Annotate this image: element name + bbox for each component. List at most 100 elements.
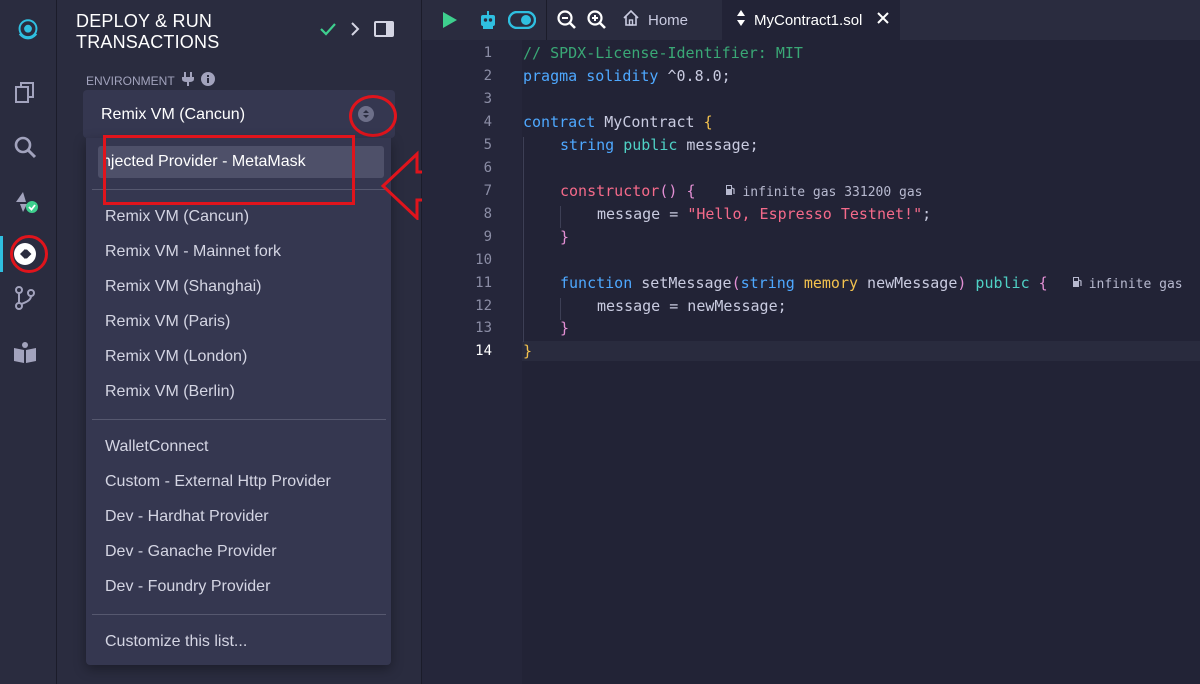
param: newMessage xyxy=(858,274,958,292)
line-number: 9 xyxy=(483,229,492,245)
paren: ( xyxy=(731,274,741,292)
brace: } xyxy=(523,342,533,360)
tab-home-label: Home xyxy=(648,11,689,29)
modifier: public xyxy=(614,136,678,154)
tab-home[interactable]: Home xyxy=(622,0,688,40)
tab-mycontract[interactable]: MyContract1.sol xyxy=(722,0,900,40)
gas-estimate-hint: infinite gas 331200 gas xyxy=(742,185,923,200)
brace: } xyxy=(560,228,570,246)
code-line-9[interactable]: } xyxy=(523,228,569,246)
current-line-highlight xyxy=(522,341,1200,361)
function-keyword: constructor xyxy=(560,182,660,200)
git-icon[interactable] xyxy=(10,283,40,313)
gas-estimate-hint: infinite gas xyxy=(1088,277,1183,292)
code-line-4[interactable]: contract MyContract { xyxy=(523,113,713,131)
line-number: 12 xyxy=(475,298,492,314)
environment-label-row: ENVIRONMENT xyxy=(86,72,215,89)
option-ganache[interactable]: Dev - Ganache Provider xyxy=(105,543,277,561)
option-hardhat[interactable]: Dev - Hardhat Provider xyxy=(105,508,269,526)
home-icon xyxy=(622,9,640,32)
divider xyxy=(92,419,386,420)
line-number: 3 xyxy=(483,91,492,107)
editor-toolbar: Home MyContract1.sol xyxy=(422,0,1200,40)
option-custom-http[interactable]: Custom - External Http Provider xyxy=(105,473,331,491)
zoom-in-icon[interactable] xyxy=(587,10,607,35)
toolbar-divider xyxy=(546,0,547,40)
selected-environment: Remix VM (Cancun) xyxy=(101,106,246,123)
brace: } xyxy=(560,319,570,337)
keyword: function xyxy=(560,274,633,292)
code-line-5[interactable]: string public message; xyxy=(523,136,759,154)
code-text: MyContract xyxy=(595,113,704,131)
line-number: 7 xyxy=(483,183,492,199)
keyword: contract xyxy=(523,113,596,131)
code-line-7[interactable]: constructor() { infinite gas 331200 gas xyxy=(523,182,922,200)
tab-file-label: MyContract1.sol xyxy=(754,11,863,29)
deploy-icon-highlight-circle xyxy=(10,235,48,273)
divider xyxy=(92,614,386,615)
code-line-12[interactable]: message = newMessage; xyxy=(523,297,787,315)
select-arrow-highlight-circle xyxy=(349,95,397,137)
info-icon[interactable] xyxy=(200,72,215,89)
option-vm-paris[interactable]: Remix VM (Paris) xyxy=(105,313,230,331)
option-vm-berlin[interactable]: Remix VM (Berlin) xyxy=(105,383,235,401)
file-explorer-icon[interactable] xyxy=(10,78,40,108)
option-customize-list[interactable]: Customize this list... xyxy=(105,633,247,651)
panel-header-icons xyxy=(320,20,394,43)
code-text: message = newMessage; xyxy=(597,297,787,315)
option-vm-mainnet-fork[interactable]: Remix VM - Mainnet fork xyxy=(105,243,281,261)
toggle-panel-icon[interactable] xyxy=(374,20,394,43)
brace: { xyxy=(686,182,696,200)
line-number-current: 14 xyxy=(475,343,492,359)
type: string xyxy=(740,274,795,292)
line-number: 1 xyxy=(483,45,492,61)
line-number: 5 xyxy=(483,137,492,153)
type: string xyxy=(560,136,615,154)
option-vm-cancun[interactable]: Remix VM (Cancun) xyxy=(105,208,249,226)
editor-area: Home MyContract1.sol 1 2 3 4 5 6 7 8 9 1… xyxy=(422,0,1200,684)
learneth-book-icon[interactable] xyxy=(10,338,40,368)
run-icon[interactable] xyxy=(442,11,458,34)
string-literal: "Hello, Espresso Testnet!" xyxy=(687,205,923,223)
option-foundry[interactable]: Dev - Foundry Provider xyxy=(105,578,270,596)
modifier: public xyxy=(966,274,1039,292)
line-number: 10 xyxy=(475,252,492,268)
deploy-run-panel: DEPLOY & RUN TRANSACTIONS ENVIRONMENT Re… xyxy=(57,0,422,684)
ai-robot-icon[interactable] xyxy=(478,10,498,35)
toggle-switch-icon[interactable] xyxy=(507,10,537,34)
code-line-8[interactable]: message = "Hello, Espresso Testnet!"; xyxy=(523,205,931,223)
code-line-13[interactable]: } xyxy=(523,319,569,337)
keyword: pragma solidity xyxy=(523,67,659,85)
code-line-11[interactable]: function setMessage(string memory newMes… xyxy=(523,274,1183,292)
panel-title: DEPLOY & RUN TRANSACTIONS xyxy=(76,11,220,52)
function-name: setMessage xyxy=(632,274,732,292)
zoom-out-icon[interactable] xyxy=(557,10,577,35)
option-vm-london[interactable]: Remix VM (London) xyxy=(105,348,247,366)
environment-label: ENVIRONMENT xyxy=(86,73,175,88)
code-line-2[interactable]: pragma solidity ^0.8.0; xyxy=(523,67,731,85)
search-icon[interactable] xyxy=(10,132,40,162)
gas-pump-icon xyxy=(725,182,736,200)
solidity-file-icon xyxy=(736,9,746,31)
line-number: 4 xyxy=(483,114,492,130)
option-walletconnect[interactable]: WalletConnect xyxy=(105,438,208,456)
remix-logo-icon[interactable] xyxy=(8,10,48,50)
paren: () xyxy=(659,182,687,200)
code-text: message; xyxy=(677,136,759,154)
solidity-compiler-icon[interactable] xyxy=(10,186,40,216)
code-line-14[interactable]: } xyxy=(523,342,532,360)
check-icon xyxy=(320,22,336,41)
comment: // SPDX-License-Identifier: MIT xyxy=(523,44,803,62)
icon-sidebar xyxy=(0,0,57,684)
brace: { xyxy=(1038,274,1048,292)
line-number: 8 xyxy=(483,206,492,222)
line-number: 2 xyxy=(483,68,492,84)
code-line-1[interactable]: // SPDX-License-Identifier: MIT xyxy=(523,44,803,62)
chevron-right-icon[interactable] xyxy=(350,21,360,42)
metamask-highlight-box xyxy=(103,135,355,205)
code-text: message = xyxy=(597,205,688,223)
close-icon[interactable] xyxy=(876,11,890,30)
line-number: 13 xyxy=(475,320,492,336)
environment-dropdown: njected Provider - MetaMask Remix VM (Ca… xyxy=(86,138,391,665)
option-vm-shanghai[interactable]: Remix VM (Shanghai) xyxy=(105,278,262,296)
